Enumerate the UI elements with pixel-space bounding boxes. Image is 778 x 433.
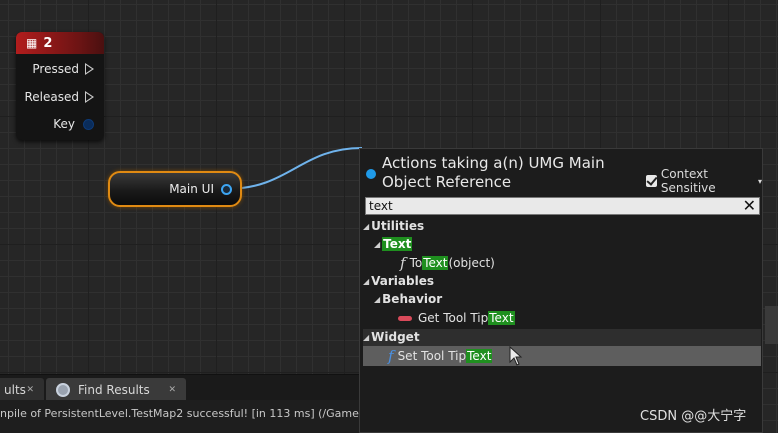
variable-getter-icon [398,315,412,321]
action-label-highlight: Text [422,256,449,270]
log-message: npile of PersistentLevel.TestMap2 succes… [0,407,360,420]
keyboard-icon: ▦ [26,36,38,50]
action-label-prefix: To [409,256,423,270]
category-label: Widget [371,330,420,344]
tab-label: ults [4,382,26,397]
input-key-node-title: 2 [43,35,53,51]
action-label-prefix: Set Tool Tip [397,349,467,363]
close-icon[interactable]: ✕ [26,385,34,395]
context-sensitive-toggle[interactable]: Context Sensitive ▾ [646,167,762,195]
category-label: Variables [371,274,434,288]
clear-icon[interactable]: ✕ [743,196,756,215]
expand-triangle-icon: ◢ [374,239,381,249]
variable-node-label: Main UI [169,182,214,196]
struct-pin-icon[interactable] [83,118,94,130]
bottom-tab-bar: ults ✕ Find Results ✕ [0,374,360,401]
category-variables[interactable]: ◢ Variables [363,272,434,290]
category-widget-bar [363,329,761,346]
expand-triangle-icon: ◢ [363,332,370,342]
exec-pin-icon[interactable] [85,63,94,75]
action-set-tooltip-text[interactable]: f Set Tool Tip Text [388,347,493,365]
category-text[interactable]: ◢ Text [374,235,413,253]
exec-pin-icon[interactable] [85,91,94,103]
magnifier-icon [56,382,70,397]
search-input[interactable] [366,198,739,214]
menu-title: Actions taking a(n) UMG Main Object Refe… [382,154,605,191]
input-key-node-header: ▦ 2 [16,32,104,54]
pressed-pin-row[interactable]: Pressed [32,62,94,76]
expand-triangle-icon: ◢ [363,276,370,286]
tab-find-results[interactable]: Find Results ✕ [46,378,186,401]
scrollbar[interactable] [765,306,778,344]
released-pin-label: Released [24,90,79,104]
category-label: Utilities [371,219,425,233]
action-label-highlight: Text [466,349,493,363]
tab-label: Find Results [78,382,150,397]
main-ui-variable-node[interactable]: Main UI [108,171,242,207]
category-widget[interactable]: ◢ Widget [363,328,420,346]
object-pin-icon[interactable] [221,183,232,195]
context-sensitive-label: Context Sensitive [660,167,716,195]
function-icon: f [388,347,394,365]
chevron-down-icon: ▾ [757,176,762,186]
category-label: Text [382,237,413,251]
action-label-highlight: Text [488,311,515,325]
released-pin-row[interactable]: Released [24,90,94,104]
close-icon[interactable]: ✕ [168,385,176,395]
expand-triangle-icon: ◢ [374,294,381,304]
category-label: Behavior [382,292,443,306]
action-label-suffix: (object) [448,256,495,270]
key-pin-row[interactable]: Key [53,117,94,131]
action-context-menu: Actions taking a(n) UMG Main Object Refe… [359,148,763,433]
pressed-pin-label: Pressed [32,62,79,76]
compiler-log: npile of PersistentLevel.TestMap2 succes… [0,400,360,433]
input-key-node[interactable]: ▦ 2 Pressed Released Key [16,32,104,140]
tab-compiler-results[interactable]: ults ✕ [0,378,44,401]
search-box[interactable]: ✕ [365,196,760,215]
object-type-icon [366,169,376,179]
watermark: CSDN @@大宁字 [640,409,747,424]
action-to-text[interactable]: f To Text (object) [400,254,495,272]
mouse-cursor-icon [509,346,523,366]
key-pin-label: Key [53,117,75,131]
checkbox-icon[interactable] [646,175,657,187]
action-label-prefix: Get Tool Tip [418,311,489,325]
expand-triangle-icon: ◢ [363,221,370,231]
function-icon: f [400,254,406,272]
action-get-tooltip-text[interactable]: Get Tool Tip Text [398,309,515,327]
category-behavior[interactable]: ◢ Behavior [374,290,442,308]
category-utilities[interactable]: ◢ Utilities [363,217,424,235]
